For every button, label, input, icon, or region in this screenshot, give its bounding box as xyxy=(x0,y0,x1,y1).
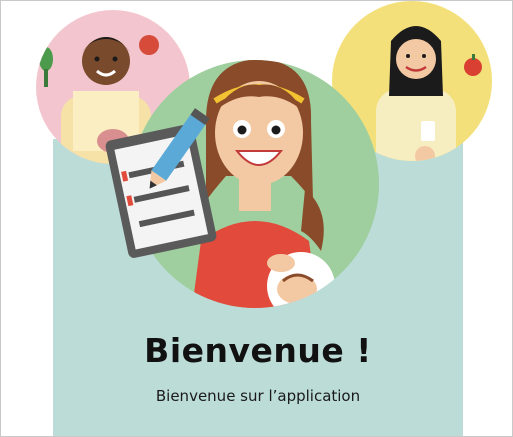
welcome-screen: Bienvenue ! Bienvenue sur l’application xyxy=(0,0,513,437)
welcome-title: Bienvenue ! xyxy=(144,331,372,370)
welcome-subtitle: Bienvenue sur l’application xyxy=(155,387,361,405)
welcome-illustration xyxy=(36,1,492,308)
